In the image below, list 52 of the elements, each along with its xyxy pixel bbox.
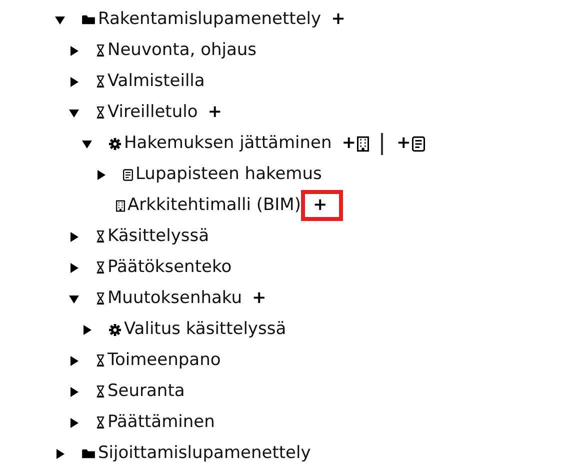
caret-icon[interactable] bbox=[68, 386, 78, 396]
tree-item-label[interactable]: Rakentamislupamenettely bbox=[98, 9, 322, 30]
caret-icon[interactable] bbox=[68, 46, 78, 56]
tree-item-label[interactable]: Toimeenpano bbox=[108, 350, 221, 371]
add-button[interactable]: + bbox=[334, 129, 378, 158]
hourglass-icon bbox=[96, 261, 104, 274]
building-icon bbox=[116, 200, 124, 212]
tree-item-label[interactable]: Vireilletulo bbox=[108, 102, 198, 123]
tree-item-label[interactable]: Seuranta bbox=[108, 381, 185, 402]
hourglass-icon bbox=[96, 75, 104, 88]
gear-icon bbox=[109, 138, 121, 150]
tree-item-label[interactable]: Sijoittamislupamenettely bbox=[98, 443, 311, 464]
tree-item-label[interactable]: Hakemuksen jättäminen bbox=[124, 133, 332, 154]
tree-item-label[interactable]: Lupapisteen hakemus bbox=[136, 164, 322, 185]
hourglass-icon bbox=[96, 385, 104, 398]
document-icon bbox=[122, 168, 132, 180]
caret-icon[interactable] bbox=[82, 324, 92, 334]
tree-item-label[interactable]: Muutoksenhaku bbox=[108, 288, 242, 309]
tree-item-label[interactable]: Valmisteilla bbox=[108, 71, 205, 92]
hourglass-icon bbox=[96, 230, 104, 243]
document-icon bbox=[412, 136, 425, 152]
tree-item-label[interactable]: Valitus käsittelyssä bbox=[124, 319, 286, 340]
hourglass-icon bbox=[96, 416, 104, 429]
caret-icon[interactable] bbox=[55, 14, 65, 24]
hourglass-icon bbox=[96, 44, 104, 57]
caret-icon[interactable] bbox=[55, 448, 65, 458]
add-button[interactable]: + bbox=[323, 5, 354, 34]
caret-icon[interactable] bbox=[68, 418, 78, 428]
add-button[interactable]: + bbox=[388, 129, 433, 158]
add-button[interactable]: + bbox=[200, 98, 230, 127]
building-icon bbox=[357, 136, 370, 152]
tree-item-label[interactable]: Käsittelyssä bbox=[108, 226, 210, 247]
tree-item-label[interactable]: Päätöksenteko bbox=[108, 257, 232, 278]
tree-item-label[interactable]: Neuvonta, ohjaus bbox=[108, 40, 257, 61]
caret-icon[interactable] bbox=[96, 170, 106, 180]
tree-item-label[interactable]: Päättäminen bbox=[108, 412, 215, 433]
caret-icon[interactable] bbox=[68, 294, 78, 304]
hourglass-icon bbox=[96, 106, 104, 119]
gear-icon bbox=[109, 324, 121, 336]
folder-icon bbox=[82, 14, 95, 25]
hourglass-icon bbox=[96, 354, 104, 367]
tree-item-label[interactable]: Arkkitehtimalli (BIM) bbox=[128, 195, 301, 216]
folder-icon bbox=[82, 448, 95, 459]
caret-icon[interactable] bbox=[68, 356, 78, 366]
caret-icon[interactable] bbox=[68, 108, 78, 118]
caret-icon[interactable] bbox=[68, 232, 78, 242]
hourglass-icon bbox=[96, 292, 104, 305]
caret-icon[interactable] bbox=[82, 138, 92, 148]
caret-icon[interactable] bbox=[68, 76, 78, 86]
add-button[interactable]: + bbox=[244, 284, 274, 313]
add-button[interactable]: + bbox=[300, 190, 344, 221]
caret-icon[interactable] bbox=[68, 262, 78, 272]
